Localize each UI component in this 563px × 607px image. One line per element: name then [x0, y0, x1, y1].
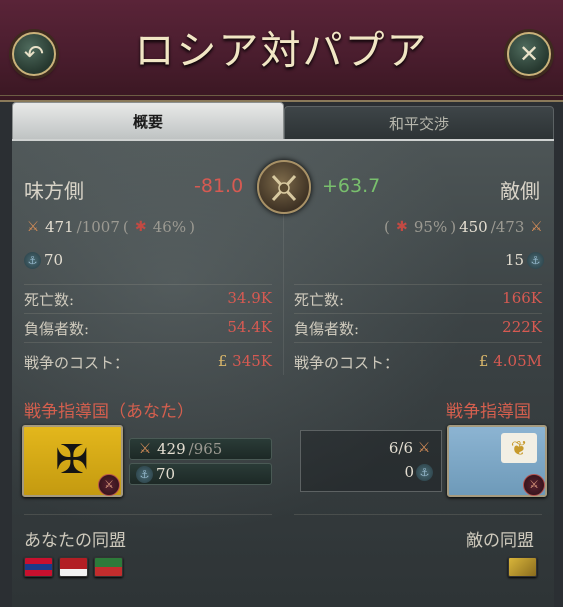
tab-overview[interactable]: 概要 — [12, 102, 284, 139]
papua-flag[interactable]: ❦ ⚔ — [447, 425, 547, 497]
divider — [294, 342, 542, 343]
war-goal-badge-icon: ⚔ — [523, 474, 545, 496]
enemy-country-flag[interactable] — [508, 557, 537, 577]
enemy-war-cost-label: 戦争のコスト： — [294, 354, 400, 372]
close-icon: ✕ — [518, 40, 540, 68]
enemy-war-cost-value: £ 4.05M — [478, 352, 542, 370]
enemy-war-score: +63.7 — [322, 175, 381, 197]
enemy-war-leader-title: 戦争指導国 — [446, 402, 531, 422]
divider — [294, 313, 542, 314]
anchor-icon: ⚓ — [527, 251, 545, 269]
soldiers-icon: ⚔ — [530, 219, 543, 235]
ally-side-label: 味方側 — [24, 179, 84, 203]
center-divider — [283, 205, 284, 375]
ally-war-cost-value: £ 345K — [217, 352, 272, 370]
anchor-icon: ⚓ — [416, 463, 433, 481]
enemy-wounded-label: 負傷者数: — [294, 320, 360, 338]
pound-icon: £ — [478, 352, 489, 370]
anchor-icon: ⚓ — [24, 251, 41, 269]
enemy-navy-strength: 15 ⚓ — [505, 251, 545, 269]
page-title: ロシア対パプア — [134, 28, 429, 74]
enemy-army-strength: (✱ 95%) 450/473 ⚔ — [384, 218, 545, 236]
close-button[interactable]: ✕ — [507, 32, 551, 76]
crossed-swords-icon — [257, 160, 311, 214]
ally-country-flag[interactable] — [94, 557, 123, 577]
ally-war-cost-label: 戦争のコスト： — [24, 354, 130, 372]
ally-deaths-value: 34.9K — [227, 289, 272, 307]
enemy-wounded-value: 222K — [502, 318, 542, 336]
ally-war-leader-title: 戦争指導国（あなた） — [24, 402, 194, 422]
ally-navy-strength: ⚓ 70 — [24, 251, 63, 269]
divider — [24, 342, 272, 343]
enemy-side-label: 敵側 — [500, 179, 540, 203]
enemy-leader-army: 6/6 ⚔ — [389, 439, 433, 457]
soldiers-icon: ⚔ — [417, 440, 431, 456]
leader-navy-strength: ⚓ 70 — [129, 463, 272, 485]
soldiers-icon: ⚔ — [138, 441, 152, 457]
double-headed-eagle-icon: ✠ — [55, 437, 89, 483]
pound-icon: £ — [217, 352, 228, 370]
divider — [24, 514, 272, 515]
ally-country-flag[interactable] — [24, 557, 53, 577]
leader-army-strength: ⚔ 429/965 — [129, 438, 272, 460]
divider — [24, 313, 272, 314]
ally-army-strength: ⚔ 471/1007 (✱ 46%) — [24, 218, 195, 236]
ally-deaths-label: 死亡数: — [24, 291, 75, 309]
window-header: ↶ ロシア対パプア ✕ — [0, 0, 563, 102]
enemy-leader-navy: 0 ⚓ — [404, 463, 433, 481]
tab-bar: 概要 和平交渉 — [12, 102, 554, 140]
enemy-leader-forces: 6/6 ⚔ 0 ⚓ — [300, 430, 442, 492]
tab-peace-negotiation[interactable]: 和平交渉 — [284, 106, 554, 140]
enemy-deaths-label: 死亡数: — [294, 291, 345, 309]
enemy-deaths-value: 166K — [502, 289, 542, 307]
ally-alliance-title: あなたの同盟 — [24, 531, 126, 551]
divider — [294, 514, 542, 515]
casualties-icon: ✱ — [395, 219, 408, 235]
ally-country-flag[interactable] — [59, 557, 88, 577]
divider — [24, 284, 272, 285]
divider — [294, 284, 542, 285]
enemy-alliance-title: 敵の同盟 — [466, 531, 534, 551]
ally-wounded-label: 負傷者数: — [24, 320, 90, 338]
soldiers-icon: ⚔ — [26, 219, 40, 235]
anchor-icon: ⚓ — [136, 465, 153, 483]
russia-flag[interactable]: ✠ ⚔ — [22, 425, 123, 497]
ally-war-score: -81.0 — [194, 175, 244, 197]
ally-wounded-value: 54.4K — [227, 318, 272, 336]
bird-emblem-icon: ❦ — [501, 433, 537, 463]
casualties-icon: ✱ — [134, 219, 147, 235]
war-goal-badge-icon: ⚔ — [98, 474, 120, 496]
